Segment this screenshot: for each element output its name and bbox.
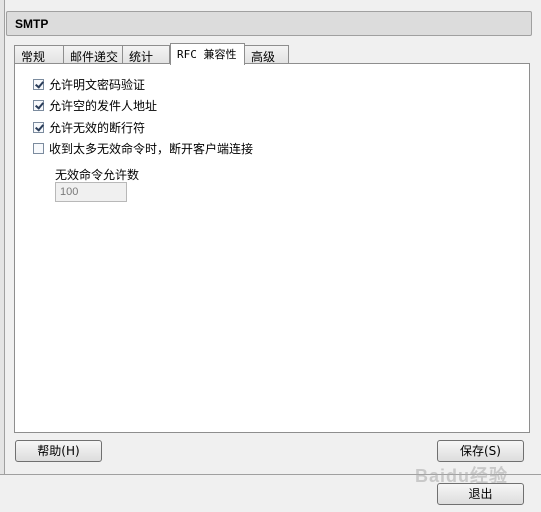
- option-allow-invalid-linebreaks[interactable]: 允许无效的断行符: [33, 119, 145, 135]
- option-label: 允许明文密码验证: [49, 77, 146, 92]
- tab-advanced[interactable]: 高级: [244, 45, 289, 64]
- checkbox[interactable]: [33, 142, 44, 154]
- option-label: 允许空的发件人地址: [49, 98, 158, 113]
- invalid-commands-label: 无效命令允许数: [55, 168, 140, 182]
- option-allow-plaintext-auth[interactable]: 允许明文密码验证: [33, 76, 145, 92]
- section-title: SMTP: [15, 17, 49, 31]
- checkbox[interactable]: [33, 121, 44, 133]
- tab-statistics[interactable]: 统计: [122, 45, 170, 64]
- save-button[interactable]: 保存(S): [437, 440, 524, 462]
- tab-mail-delivery[interactable]: 邮件递交: [63, 45, 123, 64]
- tab-general[interactable]: 常规: [14, 45, 64, 64]
- checkbox[interactable]: [33, 99, 44, 111]
- section-header: SMTP: [6, 11, 532, 36]
- option-label: 允许无效的断行符: [49, 120, 146, 135]
- option-label: 收到太多无效命令时，断开客户端连接: [49, 141, 254, 156]
- tab-rfc-compatibility[interactable]: RFC 兼容性: [170, 43, 245, 65]
- option-allow-empty-sender[interactable]: 允许空的发件人地址: [33, 97, 157, 113]
- help-button[interactable]: 帮助(H): [15, 440, 102, 462]
- invalid-commands-input[interactable]: 100: [55, 182, 127, 202]
- option-disconnect-on-invalid-commands[interactable]: 收到太多无效命令时，断开客户端连接: [33, 140, 253, 156]
- exit-button[interactable]: 退出: [437, 483, 524, 505]
- checkbox[interactable]: [33, 78, 44, 90]
- tab-panel: 允许明文密码验证 允许空的发件人地址 允许无效的断行符 收到太多无效命令时，断开…: [14, 63, 530, 433]
- outer-frame-edge: [0, 0, 5, 474]
